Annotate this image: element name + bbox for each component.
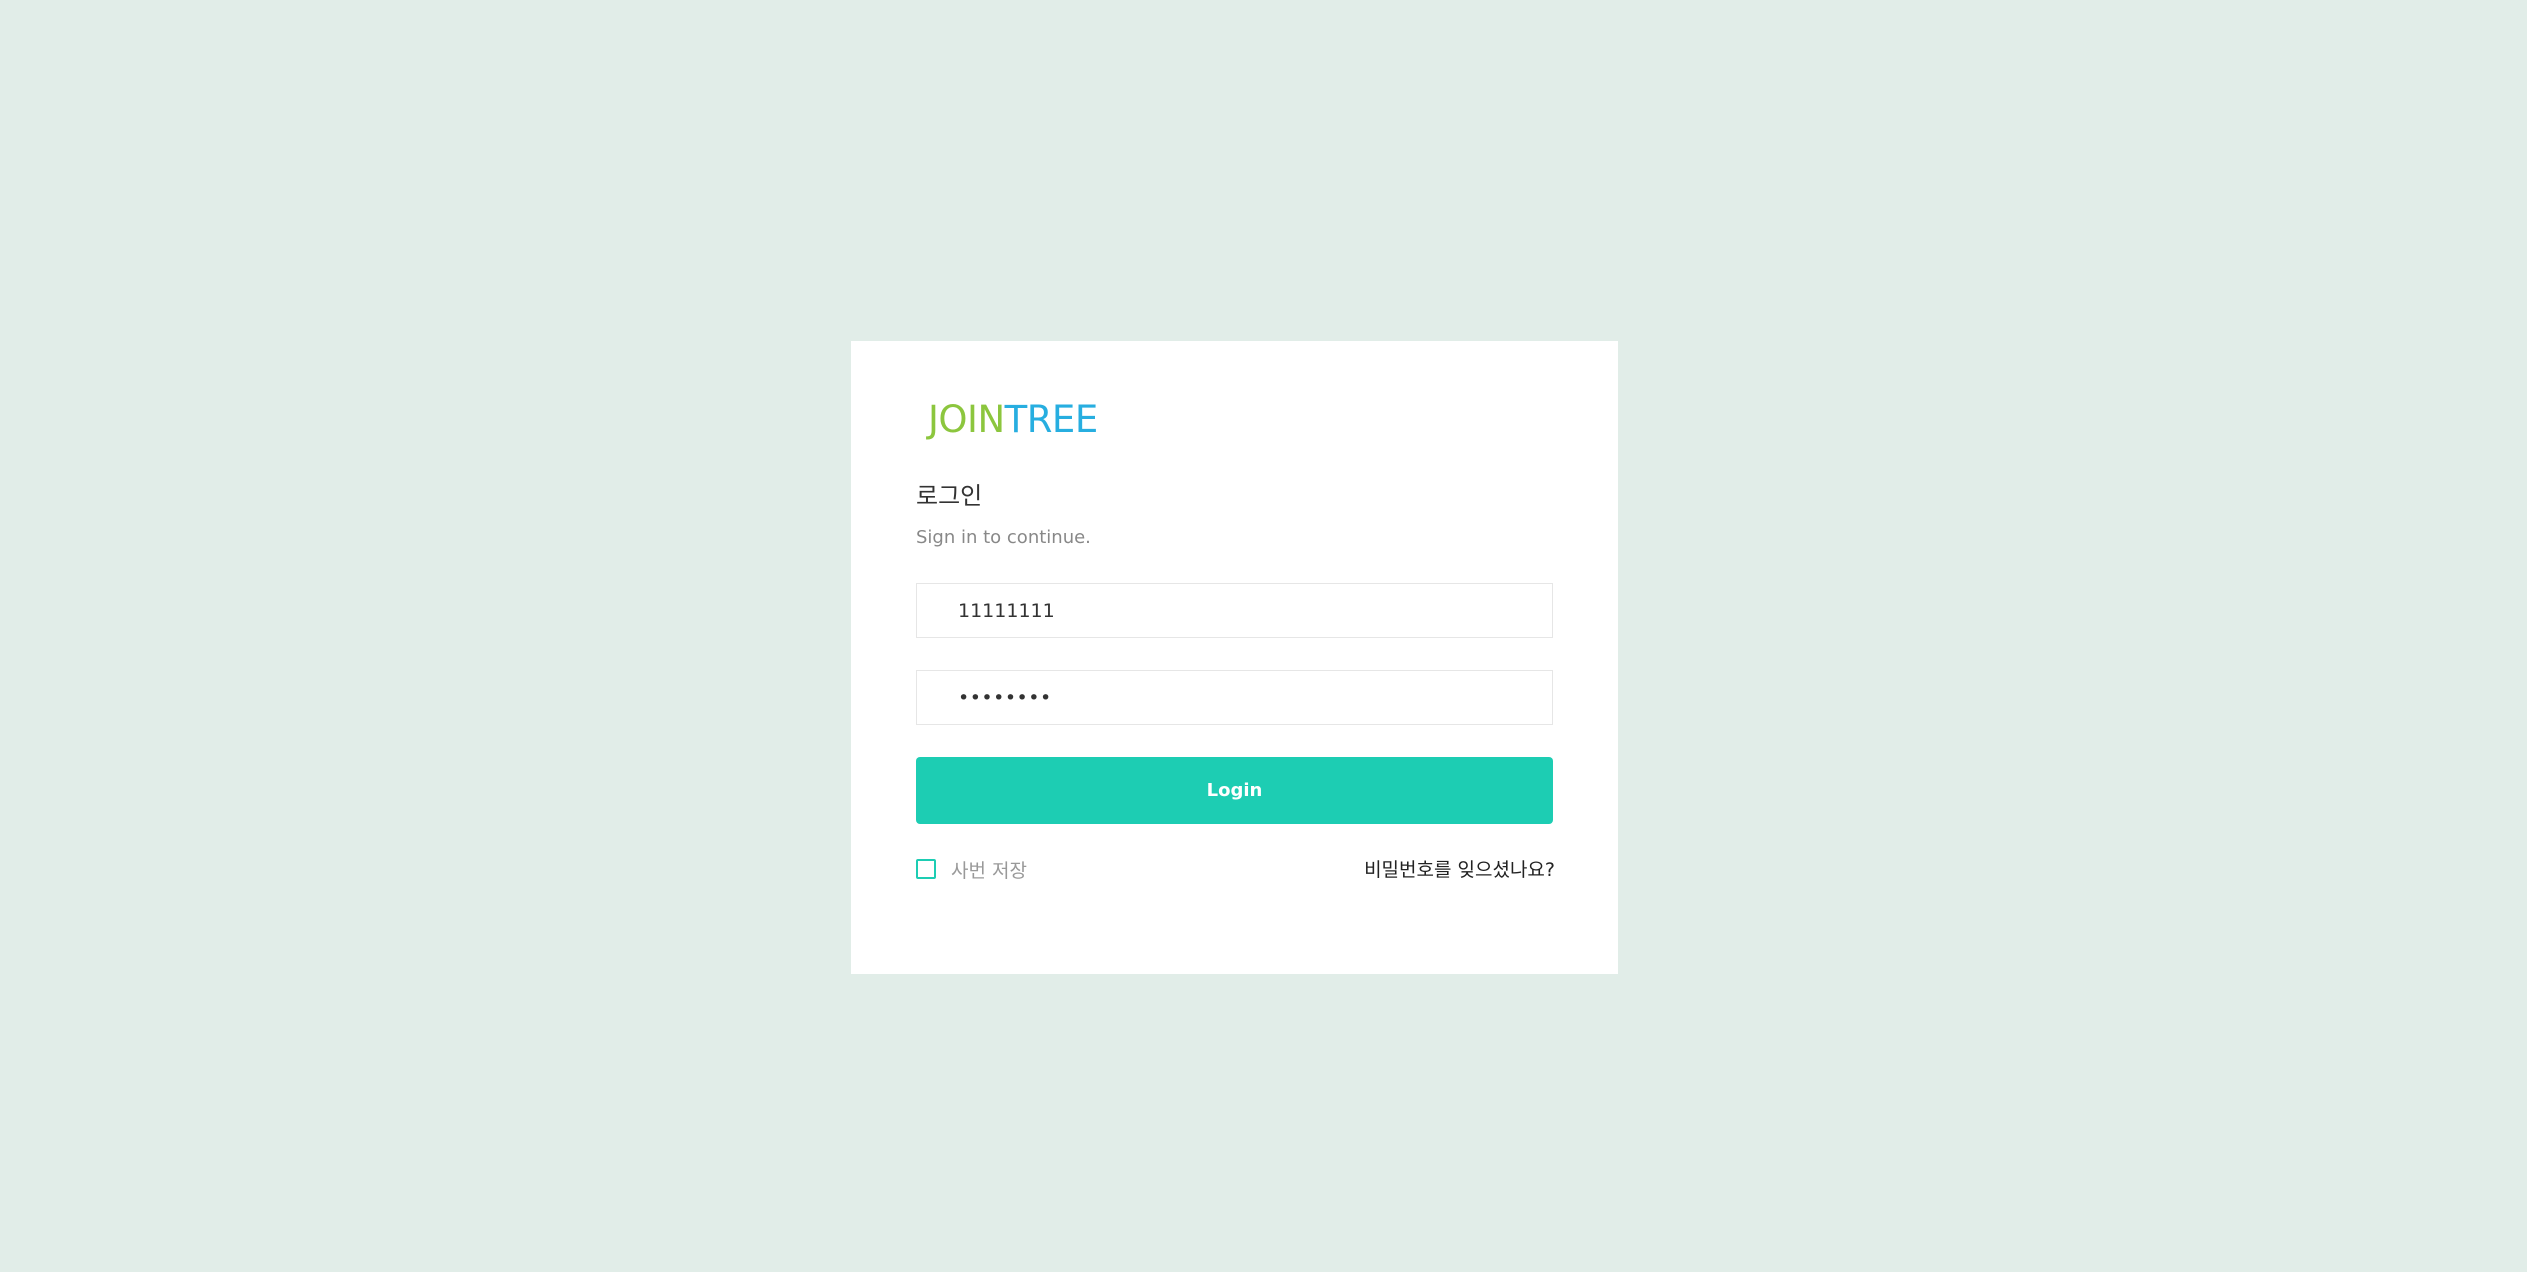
login-card: JOINTREE 로그인 Sign in to continue. Login … bbox=[851, 341, 1618, 974]
remember-checkbox[interactable] bbox=[916, 859, 936, 879]
jointree-logo: JOINTREE bbox=[928, 401, 1098, 438]
remember-label: 사번 저장 bbox=[951, 859, 1027, 882]
login-button[interactable]: Login bbox=[916, 757, 1553, 824]
login-title: 로그인 bbox=[916, 482, 983, 510]
employee-id-input[interactable] bbox=[916, 583, 1553, 638]
forgot-password-link[interactable]: 비밀번호를 잊으셨나요? bbox=[1364, 855, 1555, 882]
logo-tree-text: TREE bbox=[1004, 398, 1099, 441]
logo-join-text: JOIN bbox=[928, 398, 1005, 441]
password-input[interactable] bbox=[916, 670, 1553, 725]
login-subtitle: Sign in to continue. bbox=[916, 527, 1091, 548]
remember-employee-id[interactable]: 사번 저장 bbox=[916, 856, 1027, 882]
